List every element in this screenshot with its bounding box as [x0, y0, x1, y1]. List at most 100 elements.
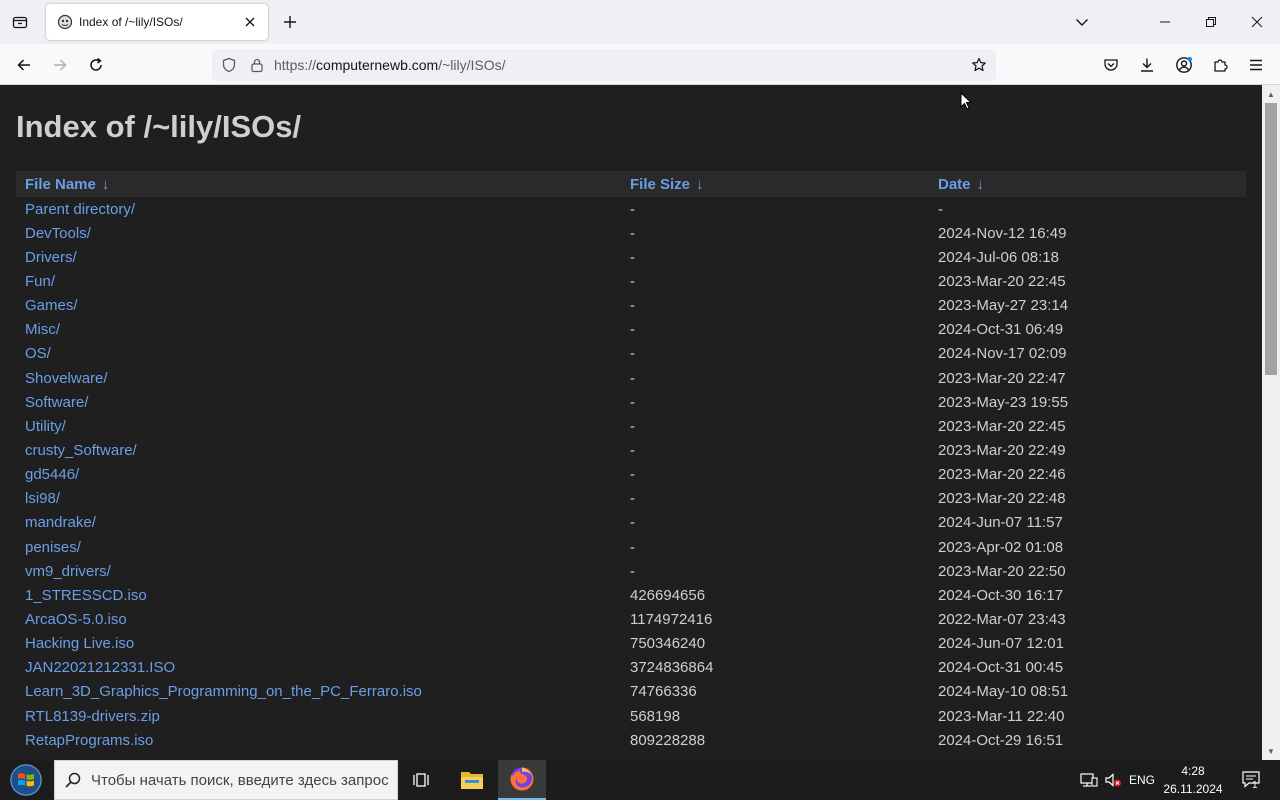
volume-button[interactable] [1102, 760, 1124, 800]
table-row: Software/- 2023-May-23 19:55 [16, 390, 1246, 414]
action-center-button[interactable]: 1 [1232, 760, 1272, 800]
firefox-taskbar-button[interactable] [498, 760, 546, 800]
file-link[interactable]: Utility/ [16, 418, 630, 435]
file-date: 2024-Jun-07 12:01 [938, 635, 1064, 653]
file-link[interactable]: 1_STRESSCD.iso [16, 587, 630, 604]
search-icon [55, 771, 91, 789]
minimize-button[interactable] [1142, 0, 1188, 44]
url-bar[interactable]: https://computernewb.com/~lily/ISOs/ [212, 49, 996, 81]
extensions-button[interactable] [1205, 50, 1235, 80]
file-date: 2023-Mar-20 22:48 [938, 490, 1066, 508]
new-tab-button[interactable] [278, 10, 302, 34]
close-icon[interactable] [240, 12, 260, 32]
file-link[interactable]: crusty_Software/ [16, 442, 630, 459]
account-button[interactable] [1169, 50, 1199, 80]
file-size: 750346240 [630, 635, 706, 653]
url-text[interactable]: https://computernewb.com/~lily/ISOs/ [274, 57, 506, 73]
sort-by-date-link[interactable]: Date ↓ [938, 176, 1238, 193]
table-row: ArcaOS-5.0.iso 1174972416 2022-Mar-07 23:4… [16, 607, 1246, 631]
task-view-button[interactable] [398, 760, 446, 800]
file-link[interactable]: Fun/ [16, 273, 630, 290]
file-link[interactable]: vm9_drivers/ [16, 563, 630, 580]
close-window-button[interactable] [1234, 0, 1280, 44]
table-row: Shovelware/- 2023-Mar-20 22:47 [16, 366, 1246, 390]
network-icon [1080, 773, 1098, 787]
reload-button[interactable] [81, 50, 111, 80]
url-path: /~lily/ISOs/ [438, 57, 506, 73]
table-row: 1_STRESSCD.iso 426694656 2024-Oct-30 16:17 [16, 583, 1246, 607]
app-menu-button[interactable] [1241, 50, 1271, 80]
browser-window: Index of /~lily/ISOs/ https://computerne… [0, 0, 1280, 800]
column-name-label: File Name [25, 175, 96, 193]
table-row: JAN22021212331.ISO 3724836864 2024-Oct-31 … [16, 656, 1246, 680]
file-date: 2023-Mar-20 22:49 [938, 441, 1066, 459]
table-row: RTL8139-drivers.zip 568198 2023-Mar-11 22:… [16, 704, 1246, 728]
scroll-up-arrow-icon[interactable]: ▲ [1262, 87, 1280, 101]
file-date: 2024-Nov-12 16:49 [938, 224, 1067, 242]
network-button[interactable] [1078, 760, 1100, 800]
restore-icon [1206, 17, 1216, 27]
back-icon [17, 59, 30, 71]
shield-icon[interactable] [218, 54, 240, 76]
file-link[interactable]: Hacking Live.iso [16, 635, 630, 652]
restore-button[interactable] [1188, 0, 1234, 44]
page-title: Index of /~lily/ISOs/ [16, 109, 302, 144]
downloads-button[interactable] [1132, 50, 1162, 80]
scrollbar-thumb[interactable] [1265, 103, 1277, 375]
file-link[interactable]: JAN22021212331.ISO [16, 659, 630, 676]
list-all-tabs-button[interactable] [1070, 10, 1094, 34]
sort-by-name-link[interactable]: File Name ↓ [16, 176, 630, 193]
file-link[interactable]: Drivers/ [16, 249, 630, 266]
start-button[interactable] [0, 760, 52, 800]
account-icon [1176, 57, 1192, 73]
file-link[interactable]: Games/ [16, 297, 630, 314]
file-date: 2024-Nov-17 02:09 [938, 345, 1067, 363]
vertical-scrollbar[interactable]: ▲ ▼ [1262, 85, 1280, 760]
scroll-down-arrow-icon[interactable]: ▼ [1262, 744, 1280, 758]
file-link[interactable]: mandrake/ [16, 514, 630, 531]
notification-count: 1 [1252, 780, 1258, 791]
bookmark-star-button[interactable] [968, 54, 990, 76]
file-date: 2023-Mar-20 22:45 [938, 272, 1066, 290]
file-size: - [630, 466, 635, 484]
forward-button[interactable] [45, 50, 75, 80]
file-link[interactable]: Software/ [16, 394, 630, 411]
file-size: 3724836864 [630, 659, 714, 677]
file-link[interactable]: Parent directory/ [16, 201, 630, 218]
language-indicator[interactable]: ENG [1126, 760, 1158, 800]
file-link[interactable]: DevTools/ [16, 225, 630, 242]
clock-date: 26.11.2024 [1163, 782, 1223, 796]
taskbar: Чтобы начать поиск, введите здесь запрос… [0, 760, 1280, 800]
file-link[interactable]: RetapPrograms.iso [16, 732, 630, 749]
taskbar-search-box[interactable]: Чтобы начать поиск, введите здесь запрос [54, 760, 398, 800]
file-date: 2024-Jul-06 08:18 [938, 248, 1059, 266]
sort-by-size-link[interactable]: File Size ↓ [630, 176, 938, 193]
table-row: OS/- 2024-Nov-17 02:09 [16, 342, 1246, 366]
task-view-icon [413, 773, 429, 787]
file-link[interactable]: OS/ [16, 345, 630, 362]
file-link[interactable]: Learn_3D_Graphics_Programming_on_the_PC_… [16, 683, 630, 700]
file-explorer-button[interactable] [448, 760, 496, 800]
file-size: 426694656 [630, 586, 706, 604]
download-icon [1141, 58, 1153, 72]
sort-arrow-icon: ↓ [976, 175, 985, 193]
table-row: mandrake/- 2024-Jun-07 11:57 [16, 511, 1246, 535]
taskbar-clock[interactable]: 4:28 26.11.2024 [1158, 762, 1228, 798]
lock-icon[interactable] [246, 54, 268, 76]
file-link[interactable]: lsi98/ [16, 490, 630, 507]
clock-time: 4:28 [1181, 764, 1205, 778]
active-tab[interactable]: Index of /~lily/ISOs/ [46, 4, 268, 40]
file-link[interactable]: ArcaOS-5.0.iso [16, 611, 630, 628]
file-link[interactable]: penises/ [16, 539, 630, 556]
file-link[interactable]: RTL8139-drivers.zip [16, 708, 630, 725]
file-link[interactable]: Misc/ [16, 321, 630, 338]
back-button[interactable] [9, 50, 39, 80]
table-row: Fun/- 2023-Mar-20 22:45 [16, 269, 1246, 293]
tab-list-button[interactable] [6, 8, 34, 36]
sort-arrow-icon: ↓ [696, 175, 704, 193]
file-link[interactable]: Shovelware/ [16, 370, 630, 387]
table-row: lsi98/- 2023-Mar-20 22:48 [16, 487, 1246, 511]
pocket-button[interactable] [1096, 50, 1126, 80]
file-link[interactable]: gd5446/ [16, 466, 630, 483]
directory-listing: File Name ↓ File Size ↓ Date ↓ Parent direc… [16, 171, 1246, 752]
